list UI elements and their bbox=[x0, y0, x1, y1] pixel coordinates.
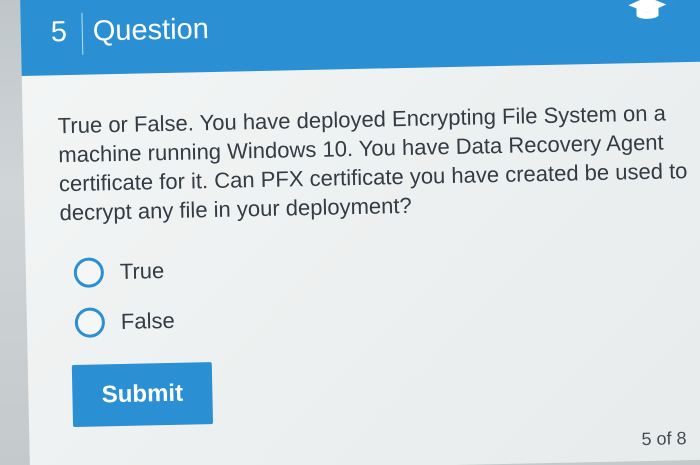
question-title: Question bbox=[92, 13, 210, 48]
header-divider bbox=[81, 12, 84, 55]
radio-button-true[interactable] bbox=[73, 257, 105, 288]
question-card: 5 Question True or False. You have deplo… bbox=[20, 0, 700, 465]
option-false[interactable]: False bbox=[74, 306, 175, 338]
option-label-true: True bbox=[119, 258, 165, 284]
graduation-cap-icon bbox=[627, 0, 668, 23]
question-header: 5 Question bbox=[20, 0, 700, 76]
radio-button-false[interactable] bbox=[74, 307, 106, 338]
screen: 5 Question True or False. You have deplo… bbox=[0, 0, 700, 465]
submit-button[interactable]: Submit bbox=[71, 362, 214, 427]
page-counter: 5 of 8 bbox=[641, 428, 687, 450]
question-text: True or False. You have deployed Encrypt… bbox=[57, 100, 688, 226]
option-true[interactable]: True bbox=[73, 256, 165, 288]
option-label-false: False bbox=[120, 307, 175, 334]
question-number: 5 bbox=[50, 16, 68, 49]
